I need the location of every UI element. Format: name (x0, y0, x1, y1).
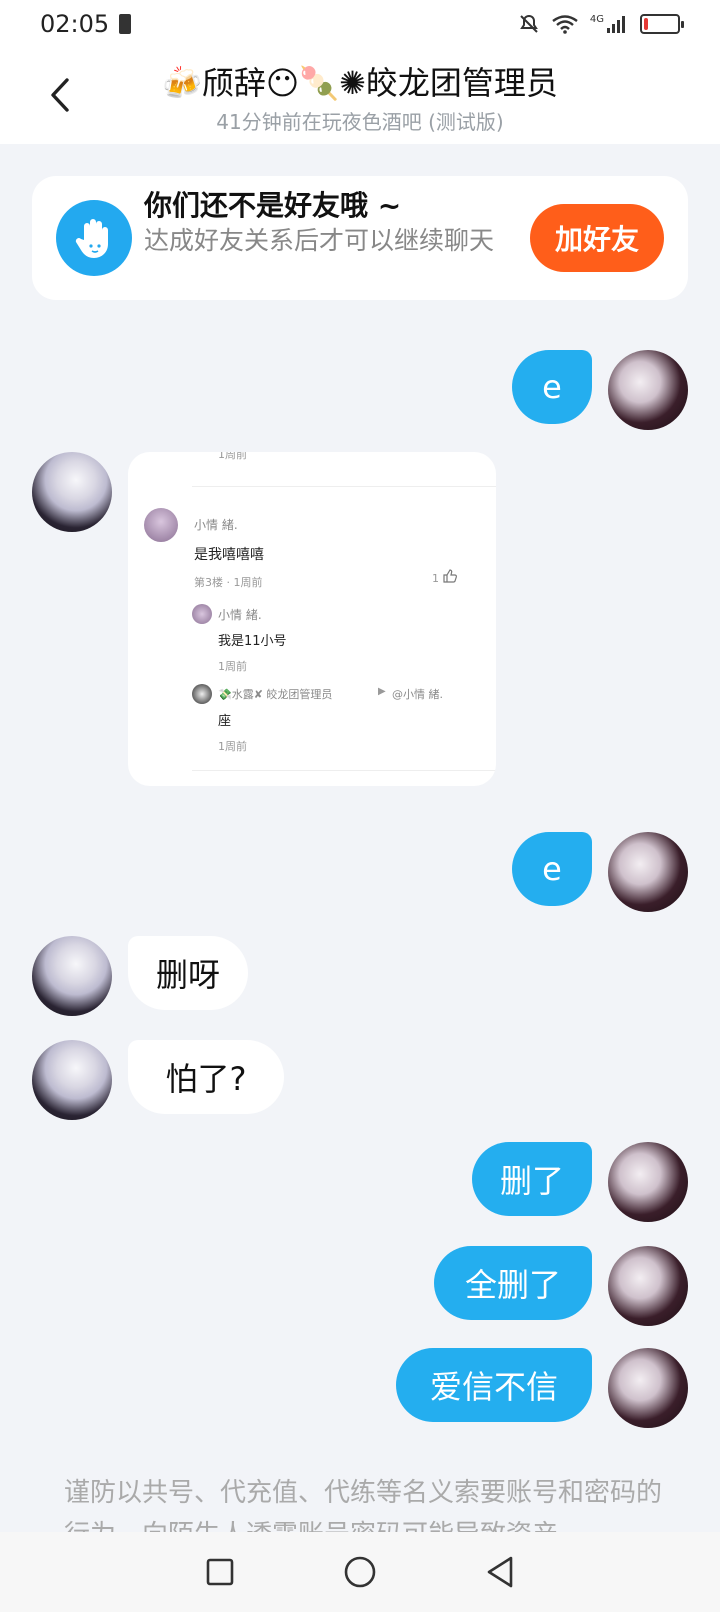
comment-author: 小情 緒. (194, 518, 238, 532)
wifi-icon (552, 14, 578, 34)
comment-text: 是我嘻嘻嘻 (194, 547, 264, 563)
mute-bell-icon (518, 13, 540, 35)
reply2-avatar (192, 684, 212, 704)
square-icon (206, 1558, 234, 1586)
my-avatar[interactable] (608, 1142, 688, 1222)
reply1-author: 小情 緒. (218, 608, 262, 622)
reply2-time: 1周前 (218, 740, 247, 753)
message-bubble-in[interactable]: 怕了? (128, 1040, 284, 1114)
reply2-text: 座 (218, 714, 232, 729)
cellular-signal-icon: 4G (590, 14, 628, 34)
like-count: 1 (432, 572, 439, 585)
status-time: 02:05 (40, 10, 110, 38)
contact-name[interactable]: 🍻颀辞😶🍡✺皎龙团管理员 (100, 58, 620, 104)
nav-back-button[interactable] (480, 1552, 520, 1592)
reply1-text: 我是11小号 (218, 634, 287, 649)
back-button[interactable] (40, 70, 80, 120)
chevron-left-icon (51, 78, 69, 112)
battery-level-fill (644, 18, 648, 30)
image-divider (192, 486, 496, 487)
reply-arrow-icon: ▶ (378, 686, 386, 697)
banner-title: 你们还不是好友哦 ~ (144, 189, 402, 222)
my-avatar[interactable] (608, 1348, 688, 1428)
commenter-avatar (144, 508, 178, 542)
network-type-label: 4G (589, 14, 604, 25)
reply2-author: 💸水露✘ 皎龙团管理员 (218, 688, 333, 701)
contact-avatar[interactable] (32, 1040, 112, 1120)
message-bubble-out[interactable]: 爱信不信 (396, 1348, 592, 1422)
banner-description: 达成好友关系后才可以继续聊天 (144, 226, 495, 255)
sim-card-icon (119, 14, 132, 34)
home-button[interactable] (340, 1552, 380, 1592)
image-bottom-divider (192, 770, 496, 771)
my-avatar[interactable] (608, 350, 688, 430)
message-bubble-out[interactable]: e (512, 832, 592, 906)
image-message[interactable]: 1周前 小情 緒. 是我嘻嘻嘻 第3楼 · 1周前 1 小情 緒. 我是11小号… (128, 452, 496, 786)
message-bubble-in[interactable]: 删呀 (128, 936, 248, 1010)
message-bubble-out[interactable]: 删了 (472, 1142, 592, 1216)
waving-hand-icon (56, 200, 132, 276)
circle-icon (344, 1556, 376, 1588)
my-avatar[interactable] (608, 1246, 688, 1326)
message-bubble-out[interactable]: 全删了 (434, 1246, 592, 1320)
chat-header: 🍻颀辞😶🍡✺皎龙团管理员 41分钟前在玩夜色酒吧 (测试版) (0, 48, 720, 144)
status-icons: 4G (518, 13, 684, 35)
add-friend-button[interactable]: 加好友 (530, 204, 664, 272)
reply1-avatar (192, 604, 212, 624)
contact-avatar[interactable] (32, 452, 112, 532)
reply1-time: 1周前 (218, 660, 247, 673)
my-avatar[interactable] (608, 832, 688, 912)
system-nav-bar (0, 1532, 720, 1612)
reply2-target: @小情 緒. (392, 688, 443, 701)
image-top-time: 1周前 (218, 452, 247, 461)
status-bar: 02:05 4G (0, 0, 720, 48)
battery-icon (640, 14, 684, 34)
comment-meta: 第3楼 · 1周前 (194, 576, 263, 589)
message-bubble-out[interactable]: e (512, 350, 592, 424)
contact-status: 41分钟前在玩夜色酒吧 (测试版) (216, 110, 504, 134)
triangle-back-icon (487, 1556, 513, 1588)
thumbs-up-icon (442, 568, 458, 588)
recent-apps-button[interactable] (200, 1552, 240, 1592)
not-friends-banner: 你们还不是好友哦 ~ 达成好友关系后才可以继续聊天 加好友 (32, 176, 688, 300)
contact-avatar[interactable] (32, 936, 112, 1016)
